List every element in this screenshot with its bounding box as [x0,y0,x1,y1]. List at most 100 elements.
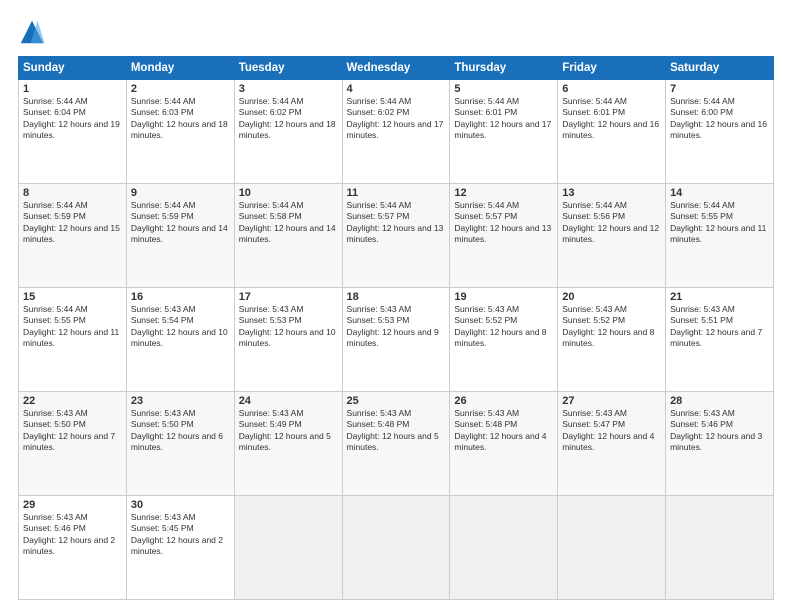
day-info: Sunrise: 5:44 AMSunset: 6:00 PMDaylight:… [670,96,769,142]
calendar-week-row: 29Sunrise: 5:43 AMSunset: 5:46 PMDayligh… [19,496,774,600]
calendar-day-cell: 28Sunrise: 5:43 AMSunset: 5:46 PMDayligh… [666,392,774,496]
day-info: Sunrise: 5:43 AMSunset: 5:50 PMDaylight:… [23,408,122,454]
day-info: Sunrise: 5:44 AMSunset: 5:56 PMDaylight:… [562,200,661,246]
calendar-header-cell: Wednesday [342,57,450,80]
calendar-day-cell: 3Sunrise: 5:44 AMSunset: 6:02 PMDaylight… [234,80,342,184]
day-number: 10 [239,187,338,199]
day-info: Sunrise: 5:43 AMSunset: 5:52 PMDaylight:… [454,304,553,350]
calendar-day-cell: 1Sunrise: 5:44 AMSunset: 6:04 PMDaylight… [19,80,127,184]
day-info: Sunrise: 5:44 AMSunset: 5:55 PMDaylight:… [670,200,769,246]
calendar-header-cell: Monday [126,57,234,80]
day-number: 15 [23,291,122,303]
calendar-day-cell [666,496,774,600]
day-info: Sunrise: 5:44 AMSunset: 5:58 PMDaylight:… [239,200,338,246]
calendar-day-cell [450,496,558,600]
calendar-day-cell [234,496,342,600]
calendar-header-cell: Tuesday [234,57,342,80]
calendar-day-cell: 7Sunrise: 5:44 AMSunset: 6:00 PMDaylight… [666,80,774,184]
day-info: Sunrise: 5:43 AMSunset: 5:54 PMDaylight:… [131,304,230,350]
day-number: 8 [23,187,122,199]
day-number: 14 [670,187,769,199]
day-number: 18 [347,291,446,303]
calendar-day-cell: 25Sunrise: 5:43 AMSunset: 5:48 PMDayligh… [342,392,450,496]
calendar-day-cell: 21Sunrise: 5:43 AMSunset: 5:51 PMDayligh… [666,288,774,392]
calendar-day-cell: 27Sunrise: 5:43 AMSunset: 5:47 PMDayligh… [558,392,666,496]
day-number: 21 [670,291,769,303]
calendar-header-cell: Saturday [666,57,774,80]
calendar-day-cell: 16Sunrise: 5:43 AMSunset: 5:54 PMDayligh… [126,288,234,392]
calendar-table: SundayMondayTuesdayWednesdayThursdayFrid… [18,56,774,600]
day-number: 3 [239,83,338,95]
calendar-day-cell: 29Sunrise: 5:43 AMSunset: 5:46 PMDayligh… [19,496,127,600]
calendar-day-cell: 23Sunrise: 5:43 AMSunset: 5:50 PMDayligh… [126,392,234,496]
day-number: 26 [454,395,553,407]
day-info: Sunrise: 5:43 AMSunset: 5:53 PMDaylight:… [347,304,446,350]
day-info: Sunrise: 5:43 AMSunset: 5:53 PMDaylight:… [239,304,338,350]
day-info: Sunrise: 5:44 AMSunset: 6:03 PMDaylight:… [131,96,230,142]
day-info: Sunrise: 5:43 AMSunset: 5:52 PMDaylight:… [562,304,661,350]
day-info: Sunrise: 5:43 AMSunset: 5:47 PMDaylight:… [562,408,661,454]
day-info: Sunrise: 5:44 AMSunset: 6:02 PMDaylight:… [347,96,446,142]
calendar-day-cell: 20Sunrise: 5:43 AMSunset: 5:52 PMDayligh… [558,288,666,392]
calendar-day-cell: 15Sunrise: 5:44 AMSunset: 5:55 PMDayligh… [19,288,127,392]
calendar-day-cell: 22Sunrise: 5:43 AMSunset: 5:50 PMDayligh… [19,392,127,496]
day-info: Sunrise: 5:43 AMSunset: 5:50 PMDaylight:… [131,408,230,454]
day-info: Sunrise: 5:43 AMSunset: 5:46 PMDaylight:… [670,408,769,454]
day-number: 7 [670,83,769,95]
calendar-day-cell: 11Sunrise: 5:44 AMSunset: 5:57 PMDayligh… [342,184,450,288]
day-number: 24 [239,395,338,407]
day-number: 5 [454,83,553,95]
calendar-header-cell: Sunday [19,57,127,80]
day-number: 27 [562,395,661,407]
day-info: Sunrise: 5:43 AMSunset: 5:49 PMDaylight:… [239,408,338,454]
calendar-week-row: 22Sunrise: 5:43 AMSunset: 5:50 PMDayligh… [19,392,774,496]
calendar-header-cell: Thursday [450,57,558,80]
day-info: Sunrise: 5:44 AMSunset: 6:01 PMDaylight:… [562,96,661,142]
day-number: 13 [562,187,661,199]
calendar-week-row: 1Sunrise: 5:44 AMSunset: 6:04 PMDaylight… [19,80,774,184]
calendar-body: 1Sunrise: 5:44 AMSunset: 6:04 PMDaylight… [19,80,774,600]
day-info: Sunrise: 5:43 AMSunset: 5:51 PMDaylight:… [670,304,769,350]
day-number: 23 [131,395,230,407]
day-info: Sunrise: 5:43 AMSunset: 5:48 PMDaylight:… [454,408,553,454]
day-info: Sunrise: 5:44 AMSunset: 5:57 PMDaylight:… [454,200,553,246]
calendar-day-cell: 2Sunrise: 5:44 AMSunset: 6:03 PMDaylight… [126,80,234,184]
day-number: 4 [347,83,446,95]
calendar-day-cell: 19Sunrise: 5:43 AMSunset: 5:52 PMDayligh… [450,288,558,392]
day-info: Sunrise: 5:43 AMSunset: 5:48 PMDaylight:… [347,408,446,454]
calendar-day-cell: 24Sunrise: 5:43 AMSunset: 5:49 PMDayligh… [234,392,342,496]
day-number: 2 [131,83,230,95]
calendar-day-cell: 10Sunrise: 5:44 AMSunset: 5:58 PMDayligh… [234,184,342,288]
day-info: Sunrise: 5:44 AMSunset: 6:01 PMDaylight:… [454,96,553,142]
day-number: 20 [562,291,661,303]
calendar-day-cell: 13Sunrise: 5:44 AMSunset: 5:56 PMDayligh… [558,184,666,288]
day-number: 25 [347,395,446,407]
calendar-day-cell: 9Sunrise: 5:44 AMSunset: 5:59 PMDaylight… [126,184,234,288]
calendar-day-cell: 5Sunrise: 5:44 AMSunset: 6:01 PMDaylight… [450,80,558,184]
day-number: 29 [23,499,122,511]
logo [18,18,51,46]
day-number: 16 [131,291,230,303]
calendar-week-row: 8Sunrise: 5:44 AMSunset: 5:59 PMDaylight… [19,184,774,288]
page: SundayMondayTuesdayWednesdayThursdayFrid… [0,0,792,612]
day-number: 12 [454,187,553,199]
day-number: 9 [131,187,230,199]
calendar-day-cell: 8Sunrise: 5:44 AMSunset: 5:59 PMDaylight… [19,184,127,288]
calendar-day-cell: 6Sunrise: 5:44 AMSunset: 6:01 PMDaylight… [558,80,666,184]
calendar-day-cell: 18Sunrise: 5:43 AMSunset: 5:53 PMDayligh… [342,288,450,392]
day-number: 1 [23,83,122,95]
calendar-day-cell: 26Sunrise: 5:43 AMSunset: 5:48 PMDayligh… [450,392,558,496]
day-number: 22 [23,395,122,407]
header [18,18,774,46]
calendar-day-cell: 17Sunrise: 5:43 AMSunset: 5:53 PMDayligh… [234,288,342,392]
calendar-day-cell: 30Sunrise: 5:43 AMSunset: 5:45 PMDayligh… [126,496,234,600]
calendar-day-cell [342,496,450,600]
day-info: Sunrise: 5:44 AMSunset: 5:55 PMDaylight:… [23,304,122,350]
logo-icon [18,18,46,46]
calendar-day-cell: 12Sunrise: 5:44 AMSunset: 5:57 PMDayligh… [450,184,558,288]
day-number: 11 [347,187,446,199]
day-info: Sunrise: 5:44 AMSunset: 5:57 PMDaylight:… [347,200,446,246]
day-info: Sunrise: 5:43 AMSunset: 5:46 PMDaylight:… [23,512,122,558]
calendar-day-cell [558,496,666,600]
calendar-header-cell: Friday [558,57,666,80]
